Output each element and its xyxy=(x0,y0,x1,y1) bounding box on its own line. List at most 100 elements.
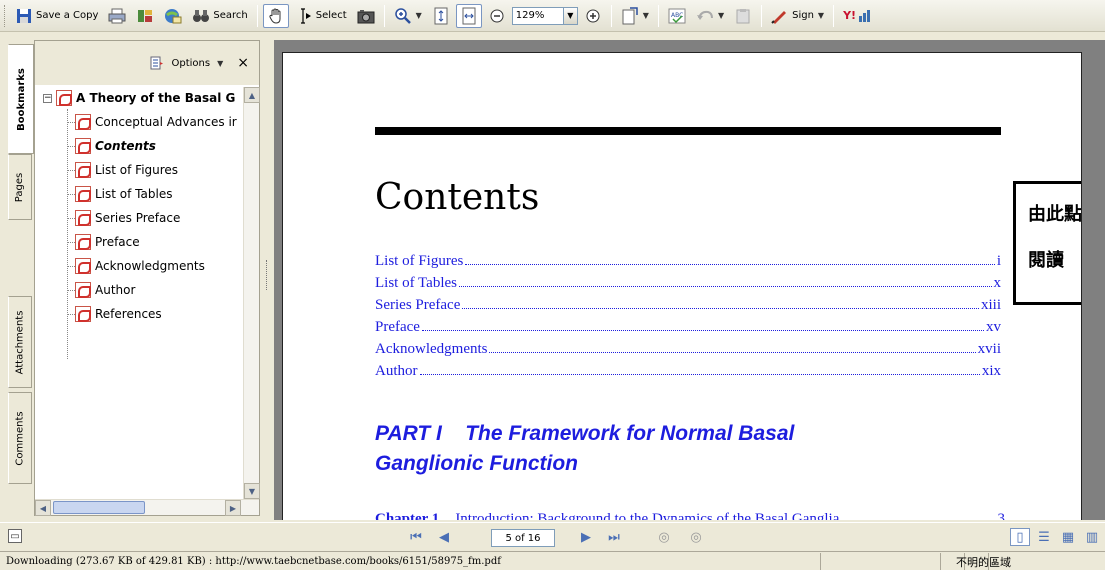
toolbar-separator xyxy=(256,4,258,27)
bookmark-item[interactable]: List of Tables xyxy=(75,183,172,205)
tab-comments[interactable]: Comments xyxy=(8,392,32,484)
scroll-down-icon[interactable]: ▼ xyxy=(244,483,260,499)
page-number-field[interactable]: 5 of 16 xyxy=(491,529,555,547)
bookmarks-horizontal-scrollbar[interactable]: ◀ ▶ xyxy=(35,499,259,516)
toc-entry[interactable]: Author xix xyxy=(375,363,1001,381)
panel-splitter[interactable] xyxy=(260,40,274,516)
paste-button[interactable] xyxy=(730,4,756,28)
snapshot-button[interactable] xyxy=(353,4,379,28)
tree-connector xyxy=(67,122,75,123)
single-page-view-icon[interactable]: ▯ xyxy=(1010,528,1030,546)
fit-page-icon xyxy=(432,7,450,25)
document-viewport[interactable]: Contents List of Figures i List of Tables… xyxy=(274,40,1105,520)
tab-pages[interactable]: Pages xyxy=(8,154,32,220)
chapter-page: 3 xyxy=(997,511,1006,520)
binoculars-icon xyxy=(192,7,210,25)
toc-entry[interactable]: List of Tables x xyxy=(375,275,1001,293)
zoom-level-field[interactable]: 129% xyxy=(511,6,564,25)
bookmark-item[interactable]: Series Preface xyxy=(75,207,180,229)
yahoo-toolbar-button[interactable]: Y! xyxy=(839,4,875,28)
scroll-up-icon[interactable]: ▲ xyxy=(244,87,260,103)
tree-connector xyxy=(67,314,75,315)
bookmark-item-current[interactable]: Contents xyxy=(75,135,156,157)
toc-entry[interactable]: Preface xv xyxy=(375,319,1001,337)
scroll-thumb[interactable] xyxy=(53,501,145,514)
scroll-left-icon[interactable]: ◀ xyxy=(35,500,51,516)
chevron-down-icon[interactable]: ▼ xyxy=(818,11,824,20)
tab-attachments[interactable]: Attachments xyxy=(8,296,32,388)
tab-bookmarks[interactable]: Bookmarks xyxy=(8,44,34,154)
toc-entry[interactable]: Series Preface xiii xyxy=(375,297,1001,315)
toolbar-separator xyxy=(761,4,763,27)
print-button[interactable] xyxy=(104,4,130,28)
toc-entry[interactable]: List of Figures i xyxy=(375,253,1001,271)
undo-button[interactable]: ▼ xyxy=(692,4,728,28)
part-heading-line: Ganglionic Function xyxy=(375,452,578,475)
save-copy-button[interactable]: Save a Copy xyxy=(11,4,102,28)
chevron-down-icon[interactable]: ▼ xyxy=(718,11,724,20)
tree-connector xyxy=(67,290,75,291)
chevron-down-icon[interactable]: ▼ xyxy=(416,11,422,20)
read-here-popup[interactable]: 由此點進 閱讀 xyxy=(1013,181,1082,305)
part-heading[interactable]: PART I The Framework for Normal Basal Ga… xyxy=(375,419,975,479)
continuous-facing-view-icon[interactable]: ▥ xyxy=(1082,528,1102,546)
bookmark-item[interactable]: List of Figures xyxy=(75,159,178,181)
hand-tool-button[interactable] xyxy=(262,3,289,28)
rotate-view-button[interactable]: ▼ xyxy=(617,4,653,28)
hand-icon xyxy=(267,7,285,25)
sign-button[interactable]: Sign ▼ xyxy=(767,4,828,28)
email-button[interactable] xyxy=(160,4,186,28)
pdf-bookmark-icon xyxy=(75,138,91,154)
bookmark-item[interactable]: Author xyxy=(75,279,135,301)
toolbar-grip[interactable] xyxy=(4,4,7,27)
options-menu-button[interactable]: Options xyxy=(172,58,211,69)
collapse-icon[interactable]: − xyxy=(43,93,52,103)
continuous-view-icon[interactable]: ☰ xyxy=(1034,528,1054,546)
toc-chapter-entry[interactable]: Chapter 1 Introduction: Background to th… xyxy=(375,511,1005,520)
fit-width-icon xyxy=(460,7,478,25)
page-layout-icon[interactable]: ▭ xyxy=(8,529,22,543)
select-tool-button[interactable]: Select xyxy=(291,4,351,28)
bookmark-item[interactable]: Preface xyxy=(75,231,140,253)
clipboard-icon xyxy=(734,7,752,25)
bookmarks-vertical-scrollbar[interactable]: ▲ ▼ xyxy=(243,87,260,499)
facing-view-icon[interactable]: ▦ xyxy=(1058,528,1078,546)
bookmarks-panel: Options ▼ × − A Theory of the Basal G Co… xyxy=(34,40,260,516)
spell-check-button[interactable]: ABC xyxy=(664,4,690,28)
search-button[interactable]: Search xyxy=(188,4,251,28)
zoom-out-button[interactable] xyxy=(484,4,510,28)
organizer-button[interactable] xyxy=(132,4,158,28)
next-page-icon[interactable]: ▶ xyxy=(578,529,594,545)
fit-width-button[interactable] xyxy=(455,3,482,28)
pdf-bookmark-icon xyxy=(75,162,91,178)
pdf-page: Contents List of Figures i List of Tables… xyxy=(282,52,1082,520)
toc-entry[interactable]: Acknowledgments xvii xyxy=(375,341,1001,359)
zoom-in-button[interactable] xyxy=(580,4,606,28)
bookmark-item[interactable]: References xyxy=(75,303,162,325)
bookmark-item[interactable]: Acknowledgments xyxy=(75,255,205,277)
leader-dots xyxy=(459,286,992,287)
bookmark-root[interactable]: − A Theory of the Basal G xyxy=(43,87,235,109)
popup-text: 由此點進 xyxy=(1028,204,1082,225)
bookmark-item[interactable]: Conceptual Advances ir xyxy=(75,111,237,133)
tree-connector xyxy=(67,170,75,171)
first-page-icon[interactable]: ⏮ xyxy=(408,529,424,545)
leader-dots xyxy=(419,374,980,375)
tree-connector xyxy=(67,218,75,219)
go-forward-icon[interactable]: ◎ xyxy=(688,529,704,545)
zoom-combo[interactable]: 129% ▼ xyxy=(511,6,578,25)
chevron-down-icon[interactable]: ▼ xyxy=(217,59,223,68)
chapter-title: Introduction: Background to the Dynamics… xyxy=(455,511,840,520)
close-panel-button[interactable]: × xyxy=(237,55,249,71)
fit-page-button[interactable] xyxy=(428,4,454,28)
chevron-down-icon[interactable]: ▼ xyxy=(563,6,578,25)
chevron-down-icon[interactable]: ▼ xyxy=(643,11,649,20)
go-back-icon[interactable]: ◎ xyxy=(656,529,672,545)
magnifier-plus-icon xyxy=(394,7,412,25)
minus-circle-icon xyxy=(488,7,506,25)
last-page-icon[interactable]: ⏭ xyxy=(606,529,622,545)
pdf-bookmark-icon xyxy=(75,282,91,298)
previous-page-icon[interactable]: ◀ xyxy=(436,529,452,545)
zoom-in-tool-button[interactable]: ▼ xyxy=(390,4,426,28)
scroll-right-icon[interactable]: ▶ xyxy=(225,500,241,516)
